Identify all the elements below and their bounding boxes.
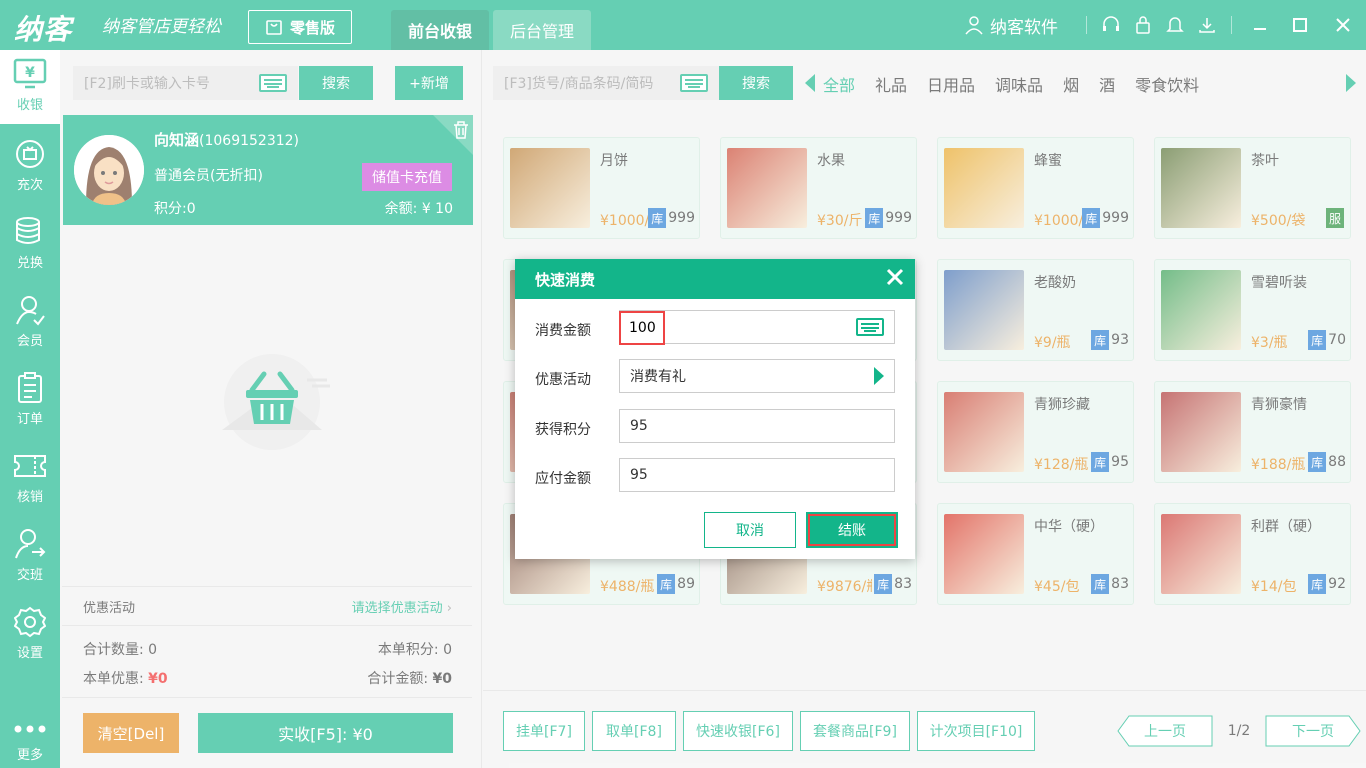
promo-label: 优惠活动: [535, 372, 591, 388]
quick-consume-dialog: 快速消费 消费金额 100 优惠活动 消费有礼 获得积分 95 应付金额 95 …: [515, 259, 915, 559]
amount-input[interactable]: 100: [619, 311, 665, 345]
points-label: 获得积分: [535, 422, 591, 438]
cancel-button[interactable]: 取消: [704, 512, 796, 548]
payable-field[interactable]: 95: [619, 458, 895, 492]
close-icon[interactable]: [885, 267, 905, 291]
keyboard-icon[interactable]: [856, 318, 884, 336]
dialog-title: 快速消费: [535, 270, 596, 289]
caret-right-icon: [874, 367, 884, 385]
promo-value: 消费有礼: [630, 369, 686, 385]
checkout-button[interactable]: 结账: [806, 512, 898, 548]
amount-label: 消费金额: [535, 323, 591, 339]
payable-label: 应付金额: [535, 471, 591, 487]
promo-select[interactable]: 消费有礼: [619, 359, 895, 393]
points-field[interactable]: 95: [619, 409, 895, 443]
dialog-header: 快速消费: [515, 259, 915, 299]
